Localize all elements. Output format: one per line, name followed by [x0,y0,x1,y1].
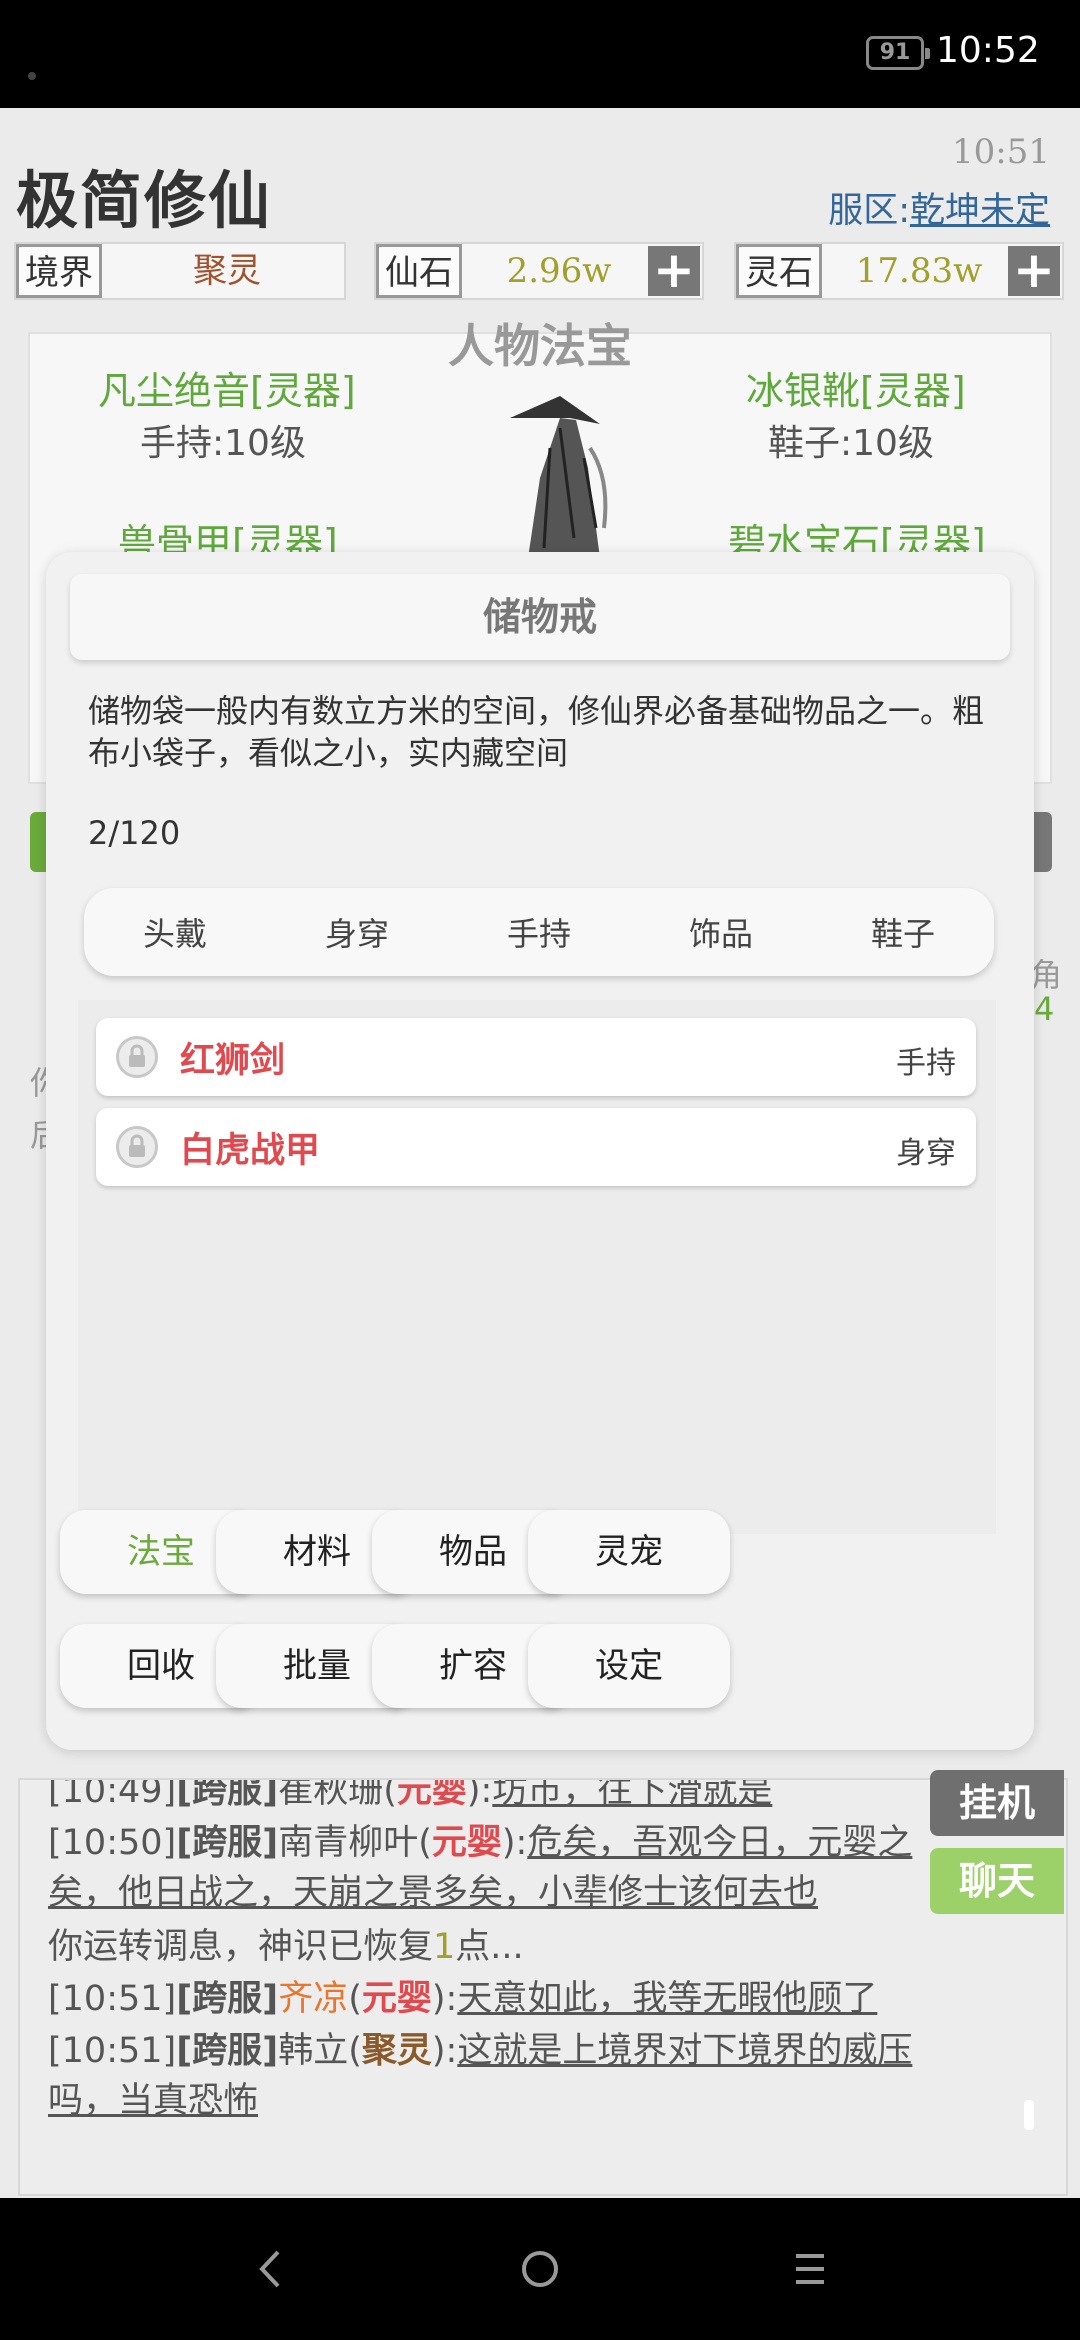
lock-icon[interactable] [116,1126,158,1168]
xianshi-label: 仙石 [376,244,462,298]
back-icon[interactable] [250,2244,290,2294]
add-lingshi-button[interactable]: + [1008,245,1060,296]
lingshi-value: 17.83w [855,251,983,291]
equip-slot-boots-level: 鞋子:10级 [768,423,934,464]
tab-accessory[interactable]: 饰品 [646,909,796,955]
slot-filter-tabs: 头戴 身穿 手持 饰品 鞋子 [84,888,994,976]
item-slot: 身穿 [896,1136,956,1171]
equip-slot-weapon[interactable]: 凡尘绝音[灵器] [98,360,356,415]
chat-button[interactable]: 聊天 [930,1848,1064,1914]
game-clock: 10:51 [952,132,1050,172]
realm-stat: 境界 聚灵 [14,242,346,300]
item-name: 红狮剑 [180,1041,286,1081]
system-message: 你运转调息，神识已恢复1点... [48,1927,524,1967]
chat-message: [10:51][跨服]韩立(聚灵):这就是上境界对下境界的威压 [48,2031,913,2071]
lock-icon[interactable] [116,1036,158,1078]
chat-scroll-indicator[interactable] [1024,2100,1034,2130]
storage-capacity: 2/120 [88,814,181,852]
tab-hand[interactable]: 手持 [464,909,614,955]
list-item[interactable]: 红狮剑 手持 [96,1018,976,1096]
category-pets-button[interactable]: 灵宠 [528,1510,730,1594]
navigation-bar [0,2198,1080,2340]
server-info[interactable]: 服区:乾坤未定 [828,182,1050,233]
status-time: 10:52 [936,30,1040,71]
lingshi-stat: 灵石 17.83w + [734,242,1064,300]
realm-label: 境界 [16,244,102,298]
tab-body[interactable]: 身穿 [282,909,432,955]
tab-head[interactable]: 头戴 [100,909,250,955]
xianshi-stat: 仙石 2.96w + [374,242,704,300]
character-figure-icon [510,396,608,558]
chat-message-continued: 矣，他日战之，天崩之景多矣，小辈修士该何去也 [48,1873,819,1913]
xianshi-value: 2.96w [506,251,612,291]
chat-message: [10:51][跨服]齐凉(元婴):天意如此，我等无暇他顾了 [48,1979,878,2019]
equip-slot-boots[interactable]: 冰银靴[灵器] [746,360,966,415]
list-item[interactable]: 白虎战甲 身穿 [96,1108,976,1186]
storage-title: 储物戒 [70,574,1010,660]
item-slot: 手持 [896,1046,956,1081]
item-name: 白虎战甲 [180,1131,321,1171]
chat-log[interactable]: [10:49][跨服]崔秋珊(元婴):坊市，往下滑就是 [10:50][跨服]南… [18,1778,1068,2196]
add-xianshi-button[interactable]: + [648,245,700,296]
home-icon[interactable] [518,2244,562,2294]
tab-shoes[interactable]: 鞋子 [828,909,978,955]
bg-text-right-2: 4 [1034,990,1055,1028]
lingshi-label: 灵石 [736,244,822,298]
battery-icon: 91 [866,36,930,70]
status-bar: 91 10:52 [0,0,1080,108]
storage-dialog: 储物戒 储物袋一般内有数立方米的空间，修仙界必备基础物品之一。粗布小袋子，看似之… [46,552,1034,1750]
app-title: 极简修仙 [16,164,273,237]
right-tab-edge [1032,812,1052,872]
server-value[interactable]: 乾坤未定 [910,191,1050,231]
settings-button[interactable]: 设定 [528,1624,730,1708]
storage-description: 储物袋一般内有数立方米的空间，修仙界必备基础物品之一。粗布小袋子，看似之小，实内… [88,692,985,772]
menu-icon[interactable] [790,2244,830,2294]
realm-value: 聚灵 [193,251,261,291]
equip-slot-weapon-level: 手持:10级 [140,423,306,464]
chat-message-continued: 吗，当真恐怖 [48,2081,259,2121]
equipment-title: 人物法宝 [448,319,632,373]
item-list: 红狮剑 手持 白虎战甲 身穿 [78,1000,996,1534]
notification-dot [28,72,36,80]
chat-message: [10:49][跨服]崔秋珊(元婴):坊市，往下滑就是 [48,1778,773,1811]
server-label: 服区: [828,191,910,231]
afk-button[interactable]: 挂机 [930,1770,1064,1836]
chat-message: [10:50][跨服]南青柳叶(元婴):危矣，吾观今日，元婴之 [48,1823,913,1863]
